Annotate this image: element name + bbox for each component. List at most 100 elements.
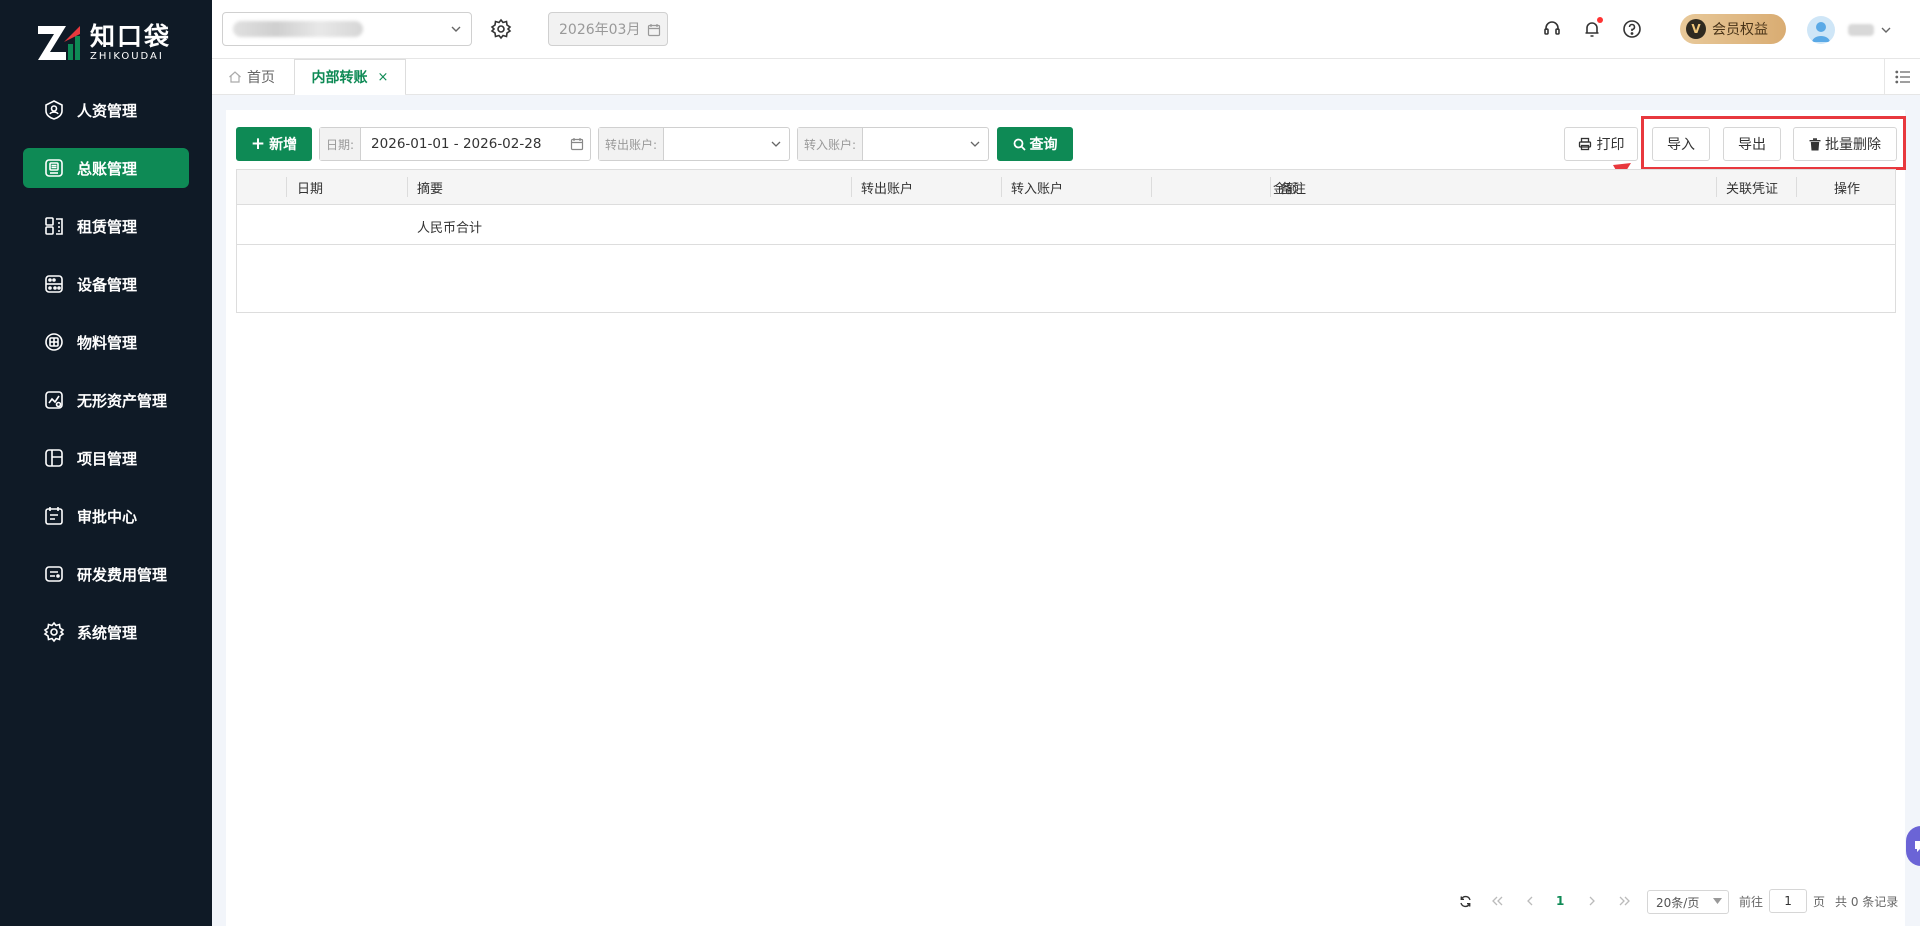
approval-icon (43, 505, 65, 527)
sidebar-item-approval[interactable]: 审批中心 (23, 496, 189, 536)
sidebar-item-lease[interactable]: 租赁管理 (23, 206, 189, 246)
add-label: 新增 (269, 137, 298, 153)
period-picker[interactable]: 2026年03月 (548, 12, 668, 46)
sidebar-item-hr[interactable]: 人资管理 (23, 90, 189, 130)
page-size-value: 20条/页 (1656, 895, 1700, 910)
search-icon (1013, 138, 1026, 151)
sidebar-item-label: 项目管理 (77, 449, 138, 468)
out-account-label: 转出账户: (599, 128, 665, 160)
goto-page-input[interactable]: 1 (1769, 889, 1808, 913)
column-header-actions: 操作 (1834, 181, 1861, 197)
in-account-label: 转入账户: (798, 128, 864, 160)
username-redacted[interactable] (1848, 24, 1874, 36)
calendar-icon (570, 137, 584, 151)
date-range-filter[interactable]: 日期: 2026-01-01 - 2026-02-28 (319, 127, 591, 161)
tab-internal-transfer[interactable]: 内部转账 × (294, 59, 406, 96)
help-icon[interactable] (1622, 19, 1642, 43)
notification-dot (1597, 17, 1603, 23)
column-divider (1796, 177, 1797, 197)
sidebar-item-rd-expense[interactable]: 研发费用管理 (23, 554, 189, 594)
sidebar: 知口袋 ZHIKOUDAI 人资管理 总账管理 租赁管理 设备管理 物料管理 无… (0, 0, 212, 926)
annotation-highlight-box (1641, 116, 1906, 170)
bell-icon[interactable] (1582, 17, 1603, 43)
sidebar-item-label: 系统管理 (77, 623, 138, 642)
sidebar-item-label: 研发费用管理 (77, 565, 168, 584)
sidebar-item-label: 物料管理 (77, 333, 138, 352)
goto-page: 前往 1 页 共 0 条记录 (1739, 888, 1898, 914)
out-account-filter[interactable]: 转出账户: (598, 127, 790, 161)
column-divider (851, 177, 852, 197)
sidebar-item-ledger[interactable]: 总账管理 (23, 148, 189, 188)
rd-expense-icon (43, 563, 65, 585)
transfer-table: 日期 摘要 转出账户 转入账户 金额 备注 关联凭证 操作 人民币合计 (236, 169, 1896, 313)
in-account-filter[interactable]: 转入账户: (797, 127, 989, 161)
table-summary-row: 人民币合计 (237, 205, 1895, 245)
column-header-out-account[interactable]: 转出账户 (861, 170, 913, 204)
column-header-voucher[interactable]: 关联凭证 (1726, 170, 1778, 204)
user-shield-icon (43, 99, 65, 121)
summary-label: 人民币合计 (417, 221, 483, 236)
tab-home[interactable]: 首页 (228, 59, 275, 95)
vip-benefits-button[interactable]: V 会员权益 (1680, 14, 1786, 44)
column-header-date[interactable]: 日期 (297, 170, 323, 204)
query-label: 查询 (1029, 137, 1058, 153)
column-divider (1270, 177, 1271, 197)
next-page-icon[interactable] (1587, 888, 1597, 914)
first-page-icon[interactable] (1490, 888, 1504, 914)
chat-widget-icon[interactable] (1906, 826, 1920, 866)
sidebar-item-system[interactable]: 系统管理 (23, 612, 189, 652)
prev-page-icon[interactable] (1525, 888, 1535, 914)
close-icon[interactable]: × (378, 70, 389, 85)
column-divider (407, 177, 408, 197)
goto-label: 前往 (1739, 894, 1764, 909)
headset-icon[interactable] (1542, 19, 1562, 43)
page-size-select[interactable]: 20条/页 (1647, 890, 1729, 914)
current-page[interactable]: 1 (1556, 888, 1564, 914)
sidebar-item-label: 审批中心 (77, 507, 138, 526)
sidebar-item-intangible[interactable]: 无形资产管理 (23, 380, 189, 420)
tab-list-menu-icon[interactable] (1884, 59, 1920, 95)
home-icon (228, 70, 242, 84)
add-button[interactable]: + 新增 (236, 127, 312, 161)
device-icon (43, 273, 65, 295)
column-header-remark[interactable]: 备注 (1280, 170, 1306, 204)
chevron-down-icon[interactable] (1880, 24, 1892, 40)
avatar[interactable] (1807, 16, 1835, 44)
sidebar-item-label: 租赁管理 (77, 217, 138, 236)
brand-name-cn: 知口袋 (90, 22, 172, 51)
print-label: 打印 (1596, 137, 1625, 153)
materials-icon (43, 331, 65, 353)
tab-bar: 首页 内部转账 × (212, 59, 1920, 96)
column-divider (286, 177, 287, 197)
sidebar-item-label: 总账管理 (77, 159, 138, 178)
company-name-redacted (233, 21, 363, 37)
ledger-icon (43, 157, 65, 179)
top-bar: 2026年03月 V 会员权益 (212, 0, 1920, 59)
refresh-icon[interactable] (1459, 888, 1472, 914)
brand-name-en: ZHIKOUDAI (90, 51, 164, 62)
sidebar-item-label: 无形资产管理 (77, 391, 168, 410)
last-page-icon[interactable] (1618, 888, 1632, 914)
query-button[interactable]: 查询 (997, 127, 1073, 161)
intangible-asset-icon (43, 389, 65, 411)
date-filter-label: 日期: (320, 128, 362, 160)
plus-icon: + (250, 134, 266, 154)
gear-icon (43, 621, 65, 643)
sidebar-item-materials[interactable]: 物料管理 (23, 322, 189, 362)
vip-label: 会员权益 (1712, 22, 1768, 38)
page-unit: 页 (1813, 894, 1826, 909)
sidebar-item-project[interactable]: 项目管理 (23, 438, 189, 478)
column-header-in-account[interactable]: 转入账户 (1011, 170, 1063, 204)
chevron-down-icon (769, 137, 783, 151)
brand-logo: 知口袋 ZHIKOUDAI (36, 20, 171, 66)
calendar-icon (647, 23, 661, 41)
settings-gear-icon[interactable] (490, 18, 512, 44)
sidebar-item-label: 设备管理 (77, 275, 138, 294)
column-divider (1001, 177, 1002, 197)
table-header: 日期 摘要 转出账户 转入账户 金额 备注 关联凭证 操作 (237, 170, 1895, 205)
column-divider (1151, 177, 1152, 197)
company-select[interactable] (222, 12, 472, 46)
period-value: 2026年03月 (559, 22, 641, 38)
sidebar-item-device[interactable]: 设备管理 (23, 264, 189, 304)
column-header-summary[interactable]: 摘要 (417, 170, 443, 204)
